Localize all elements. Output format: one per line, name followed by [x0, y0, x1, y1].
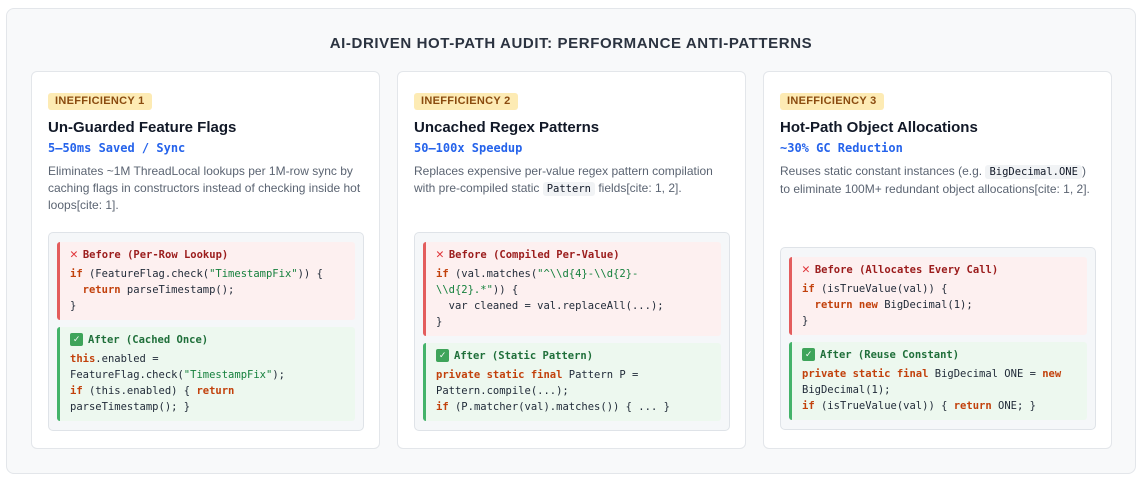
after-code: this.enabled = FeatureFlag.check("Timest…: [70, 353, 285, 413]
before-code: if (FeatureFlag.check("TimestampFix")) {…: [70, 268, 323, 312]
inefficiency-badge: INEFFICIENCY 1: [48, 93, 152, 110]
card-metric: 50–100x Speedup: [414, 141, 523, 155]
before-block: ✕ Before (Per-Row Lookup) if (FeatureFla…: [57, 242, 355, 320]
check-icon: ✓: [802, 348, 815, 361]
page-title: AI-DRIVEN HOT-PATH AUDIT: PERFORMANCE AN…: [329, 35, 813, 52]
after-block: ✓ After (Cached Once) this.enabled = Fea…: [57, 327, 355, 421]
inefficiency-badge: INEFFICIENCY 2: [414, 93, 518, 110]
card-title: Hot-Path Object Allocations: [780, 119, 978, 136]
card-title: Uncached Regex Patterns: [414, 119, 600, 136]
card-metric: 5–50ms Saved / Sync: [48, 141, 186, 155]
before-code: if (val.matches("^\\d{4}-\\d{2}- \\d{2}.…: [436, 268, 664, 328]
after-block: ✓ After (Reuse Constant) private static …: [789, 342, 1087, 420]
cross-icon: ✕: [436, 247, 444, 262]
before-label: Before (Allocates Every Call): [814, 263, 999, 276]
after-label: After (Static Pattern): [454, 349, 594, 362]
card-description: Eliminates ~1M ThreadLocal lookups per 1…: [48, 164, 361, 212]
cross-icon: ✕: [70, 247, 78, 262]
before-label: Before (Compiled Per-Value): [448, 248, 620, 261]
card-description: Replaces expensive per-value regex patte…: [414, 164, 713, 196]
code-comparison: ✕ Before (Compiled Per-Value) if (val.ma…: [414, 232, 730, 431]
check-icon: ✓: [436, 349, 449, 362]
card-metric: ~30% GC Reduction: [780, 141, 903, 155]
audit-panel: AI-DRIVEN HOT-PATH AUDIT: PERFORMANCE AN…: [6, 8, 1136, 474]
before-code: if (isTrueValue(val)) { return new BigDe…: [802, 283, 973, 327]
check-icon: ✓: [70, 333, 83, 346]
inefficiency-card-1: INEFFICIENCY 1 Un-Guarded Feature Flags …: [31, 71, 380, 449]
inefficiency-badge: INEFFICIENCY 3: [780, 93, 884, 110]
after-code: private static final Pattern P = Pattern…: [436, 369, 670, 413]
code-comparison: ✕ Before (Per-Row Lookup) if (FeatureFla…: [48, 232, 364, 431]
code-comparison: ✕ Before (Allocates Every Call) if (isTr…: [780, 247, 1096, 430]
before-label: Before (Per-Row Lookup): [82, 248, 229, 261]
after-label: After (Cached Once): [88, 333, 209, 346]
after-label: After (Reuse Constant): [820, 348, 960, 361]
before-block: ✕ Before (Allocates Every Call) if (isTr…: [789, 257, 1087, 335]
card-title: Un-Guarded Feature Flags: [48, 119, 237, 136]
inefficiency-card-2: INEFFICIENCY 2 Uncached Regex Patterns 5…: [397, 71, 746, 449]
cross-icon: ✕: [802, 262, 810, 277]
after-code: private static final BigDecimal ONE = ne…: [802, 368, 1062, 412]
after-block: ✓ After (Static Pattern) private static …: [423, 343, 721, 421]
card-description: Reuses static constant instances (e.g. B…: [780, 164, 1090, 196]
inefficiency-card-3: INEFFICIENCY 3 Hot-Path Object Allocatio…: [763, 71, 1112, 449]
before-block: ✕ Before (Compiled Per-Value) if (val.ma…: [423, 242, 721, 336]
